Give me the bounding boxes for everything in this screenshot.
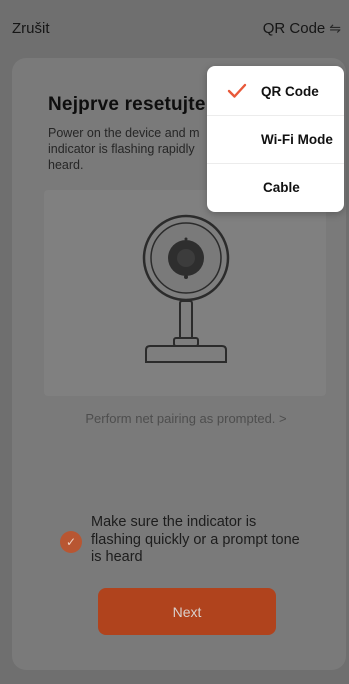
mode-switch-label: QR Code xyxy=(262,20,326,37)
page-title: Nejprve resetujte z xyxy=(48,94,221,115)
next-button[interactable]: Next xyxy=(98,588,276,635)
camera-icon xyxy=(142,214,230,363)
menu-item-wifi-mode[interactable]: Wi-Fi Mode xyxy=(207,115,344,163)
confirm-line: Make sure the indicator is xyxy=(91,514,257,530)
cancel-button[interactable]: Zrušit xyxy=(12,20,50,37)
confirm-label: Make sure the indicator is flashing quic… xyxy=(91,514,331,567)
description-line: heard. xyxy=(48,158,84,172)
swap-icon: ⇋ xyxy=(329,20,341,36)
confirm-line: is heard xyxy=(91,549,143,565)
description-line: Power on the device and m xyxy=(48,126,200,140)
menu-item-label: QR Code xyxy=(261,83,319,99)
top-bar: Zrušit QR Code ⇋ xyxy=(0,0,349,56)
confirm-checkbox[interactable]: ✓ xyxy=(60,531,82,553)
description-line: indicator is flashing rapidly xyxy=(48,142,195,156)
mode-switch-button[interactable]: QR Code ⇋ xyxy=(263,20,341,37)
menu-item-qr-code[interactable]: QR Code xyxy=(207,67,344,115)
checkmark-icon xyxy=(227,83,247,98)
mode-dropdown-menu: QR Code Wi-Fi Mode Cable xyxy=(207,66,344,212)
menu-item-label: Cable xyxy=(263,179,300,195)
instruction-description: Power on the device and m indicator is f… xyxy=(48,125,218,173)
menu-item-cable[interactable]: Cable xyxy=(207,163,344,211)
net-pairing-link[interactable]: Perform net pairing as prompted. > xyxy=(0,411,349,426)
confirm-line: flashing quickly or a prompt tone xyxy=(91,531,300,548)
checkmark-icon: ✓ xyxy=(65,535,77,549)
menu-item-label: Wi-Fi Mode xyxy=(261,131,333,147)
device-illustration xyxy=(44,190,326,396)
